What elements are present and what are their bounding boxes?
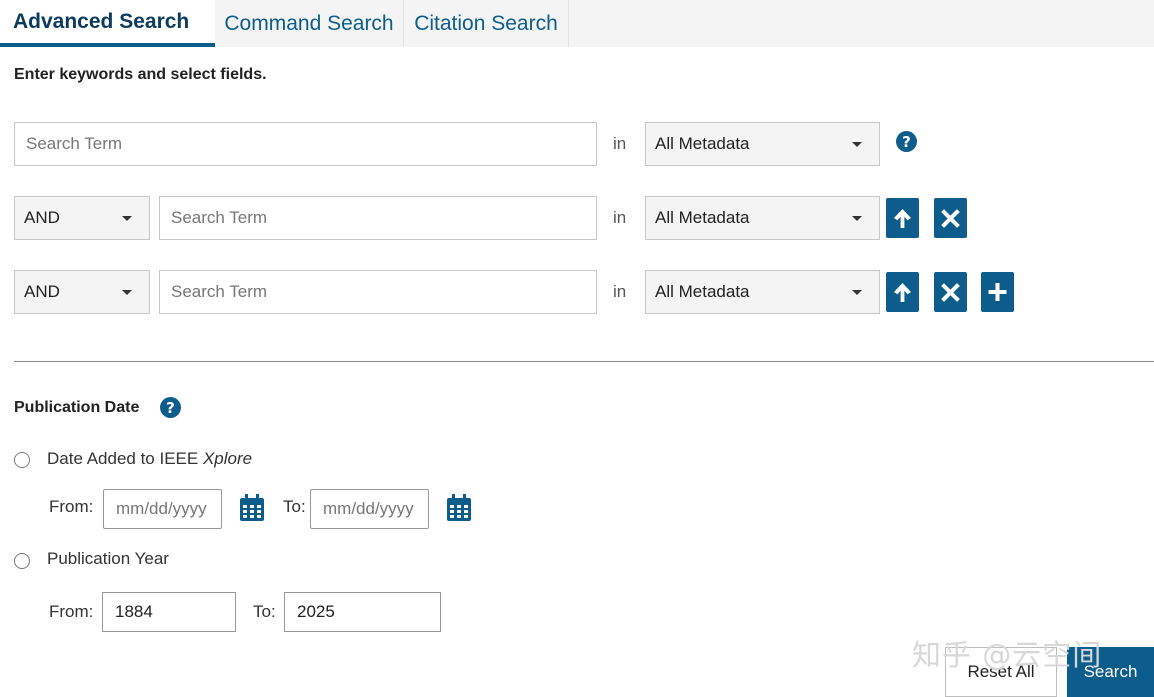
help-icon[interactable]: ? [896, 131, 917, 152]
field-select-value: All Metadata [655, 208, 750, 227]
caret-down-icon [122, 216, 132, 221]
section-divider [14, 361, 1154, 362]
arrow-up-icon [894, 283, 911, 302]
date-added-label: Date Added to IEEE Xplore [47, 449, 253, 468]
in-label-1: in [613, 134, 627, 153]
instructions-text: Enter keywords and select fields. [14, 66, 267, 83]
calendar-icon[interactable] [446, 494, 472, 522]
operator-select-3[interactable]: AND [14, 270, 150, 314]
caret-down-icon [852, 142, 862, 147]
tab-command-search[interactable]: Command Search [215, 0, 404, 47]
caret-down-icon [122, 290, 132, 295]
field-select-value: All Metadata [655, 134, 750, 153]
publication-date-title: Publication Date [14, 399, 140, 416]
remove-row-button-3[interactable] [934, 272, 967, 312]
field-select-2[interactable]: All Metadata [645, 196, 880, 240]
from-label: From: [49, 497, 94, 516]
move-up-button-2[interactable] [886, 198, 919, 238]
arrow-up-icon [894, 209, 911, 228]
date-from-input[interactable]: mm/dd/yyyy [103, 489, 222, 529]
operator-value: AND [24, 208, 60, 227]
caret-down-icon [852, 290, 862, 295]
move-up-button-3[interactable] [886, 272, 919, 312]
close-icon [941, 209, 960, 228]
search-term-input-3[interactable]: Search Term [159, 270, 597, 314]
year-to-input[interactable]: 2025 [284, 592, 441, 632]
publication-year-radio[interactable] [14, 553, 30, 569]
plus-icon [988, 283, 1007, 301]
caret-down-icon [852, 216, 862, 221]
to-label: To: [283, 497, 306, 516]
search-term-input-2[interactable]: Search Term [159, 196, 597, 240]
year-to-label: To: [253, 602, 276, 621]
field-select-1[interactable]: All Metadata [645, 122, 880, 166]
in-label-2: in [613, 208, 627, 227]
date-to-input[interactable]: mm/dd/yyyy [310, 489, 429, 529]
help-icon[interactable]: ? [160, 397, 181, 418]
add-row-button[interactable] [981, 272, 1014, 312]
publication-year-label: Publication Year [47, 549, 169, 568]
operator-value: AND [24, 282, 60, 301]
xplore-brand: Xplore [202, 449, 253, 468]
tab-citation-search[interactable]: Citation Search [404, 0, 569, 47]
watermark-text: 知乎 @云空间 [912, 638, 1103, 672]
in-label-3: in [613, 282, 627, 301]
tab-advanced-search[interactable]: Advanced Search [0, 0, 215, 47]
calendar-icon[interactable] [239, 494, 265, 522]
close-icon [941, 283, 960, 302]
search-tabs: Advanced Search Command Search Citation … [0, 0, 1154, 47]
field-select-value: All Metadata [655, 282, 750, 301]
date-added-radio[interactable] [14, 452, 30, 468]
year-from-label: From: [49, 602, 94, 621]
operator-select-2[interactable]: AND [14, 196, 150, 240]
remove-row-button-2[interactable] [934, 198, 967, 238]
search-term-input-1[interactable]: Search Term [14, 122, 597, 166]
year-from-input[interactable]: 1884 [102, 592, 236, 632]
field-select-3[interactable]: All Metadata [645, 270, 880, 314]
